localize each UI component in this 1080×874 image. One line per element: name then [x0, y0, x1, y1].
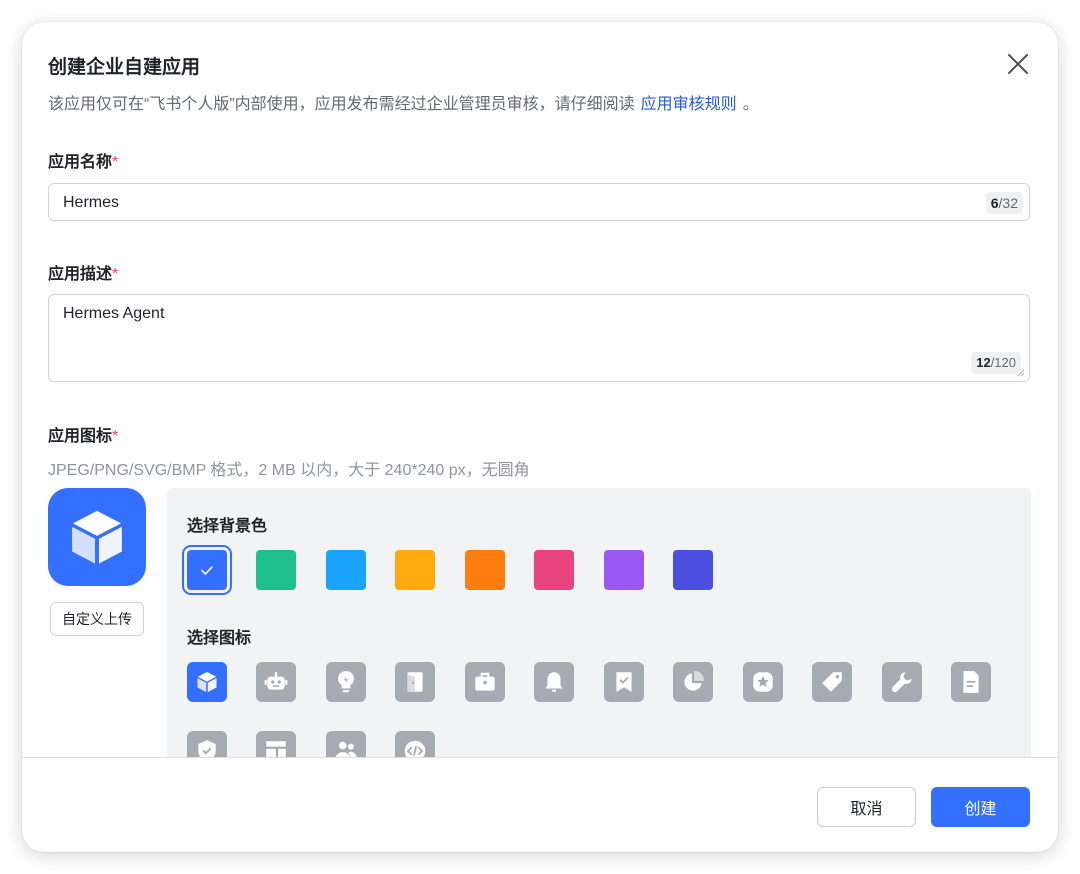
bell-icon [545, 672, 563, 692]
icon-option-bell[interactable] [534, 662, 574, 702]
color-swatch-indigo[interactable] [673, 550, 713, 590]
app-desc-textarea[interactable]: Hermes Agent 12/120 [48, 294, 1030, 382]
star-badge-icon [753, 672, 773, 692]
icon-option-document[interactable] [951, 662, 991, 702]
icon-option-lightbulb[interactable] [326, 662, 366, 702]
icon-option-robot[interactable] [256, 662, 296, 702]
footer-divider [22, 757, 1058, 758]
app-desc-value: Hermes Agent [63, 305, 165, 322]
robot-icon [264, 672, 288, 690]
app-name-count: 6 [990, 195, 999, 211]
bg-color-title: 选择背景色 [187, 518, 268, 535]
app-desc-count: 12 [976, 355, 991, 370]
required-mark: * [112, 428, 119, 445]
app-name-value: Hermes [63, 194, 120, 211]
review-rules-link[interactable]: 应用审核规则 [641, 96, 737, 113]
color-swatch-yellow[interactable] [395, 550, 435, 590]
color-swatch-pink[interactable] [534, 550, 574, 590]
cube-icon [72, 510, 122, 564]
check-icon [201, 566, 213, 575]
required-mark: * [112, 266, 119, 283]
color-swatch-purple[interactable] [604, 550, 644, 590]
lightbulb-icon [337, 671, 355, 693]
icon-option-briefcase[interactable] [465, 662, 505, 702]
dialog-title: 创建企业自建应用 [48, 57, 201, 78]
icon-option-cube[interactable] [187, 662, 227, 702]
close-icon[interactable] [1006, 52, 1030, 76]
notice-end: 。 [742, 96, 759, 113]
door-icon [407, 672, 423, 692]
notice-text: 该应用仅可在“飞书个人版”内部使用，应用发布需经过企业管理员审核，请仔细阅读 应用… [48, 90, 759, 114]
tag-icon [822, 672, 842, 692]
create-button[interactable]: 创建 [931, 787, 1030, 827]
app-icon-hint: JPEG/PNG/SVG/BMP 格式，2 MB 以内，大于 240*240 p… [48, 462, 530, 479]
cancel-button[interactable]: 取消 [817, 787, 916, 827]
app-desc-counter: 12/120 [971, 352, 1021, 374]
create-app-dialog: 创建企业自建应用 该应用仅可在“飞书个人版”内部使用，应用发布需经过企业管理员审… [22, 22, 1058, 852]
document-icon [963, 671, 979, 693]
bookmark-check-icon [616, 672, 632, 692]
app-icon-label: 应用图标* [48, 422, 118, 446]
icon-option-door[interactable] [395, 662, 435, 702]
wrench-icon [891, 672, 912, 693]
icon-option-pie-chart[interactable] [673, 662, 713, 702]
app-name-input[interactable]: Hermes 6/32 [48, 183, 1030, 221]
color-swatch-orange[interactable] [465, 550, 505, 590]
app-desc-max: /120 [990, 355, 1016, 370]
color-swatch-blue[interactable] [182, 545, 232, 595]
app-desc-label-text: 应用描述 [48, 266, 113, 283]
pie-chart-icon [684, 671, 704, 691]
required-mark: * [112, 154, 119, 171]
app-icon-preview [48, 488, 146, 586]
app-desc-label: 应用描述* [48, 260, 118, 284]
icon-option-star[interactable] [743, 662, 783, 702]
notice-body: 该应用仅可在“飞书个人版”内部使用，应用发布需经过企业管理员审核，请仔细阅读 [48, 96, 635, 113]
custom-upload-button[interactable]: 自定义上传 [50, 602, 144, 636]
icon-picker-panel: 选择背景色 选择图标 [167, 488, 1031, 788]
icon-select-title: 选择图标 [187, 630, 252, 647]
app-name-label: 应用名称* [48, 148, 118, 172]
app-icon-label-text: 应用图标 [48, 428, 113, 445]
color-swatch-sky[interactable] [326, 550, 366, 590]
resize-handle-icon[interactable] [1017, 369, 1025, 377]
app-name-max: /32 [998, 195, 1018, 211]
cube-icon [197, 672, 217, 693]
icon-option-bookmark[interactable] [604, 662, 644, 702]
icon-option-tag[interactable] [812, 662, 852, 702]
app-name-label-text: 应用名称 [48, 154, 113, 171]
icon-option-wrench[interactable] [882, 662, 922, 702]
app-name-counter: 6/32 [985, 192, 1023, 214]
color-swatch-green[interactable] [256, 550, 296, 590]
briefcase-icon [475, 672, 495, 691]
